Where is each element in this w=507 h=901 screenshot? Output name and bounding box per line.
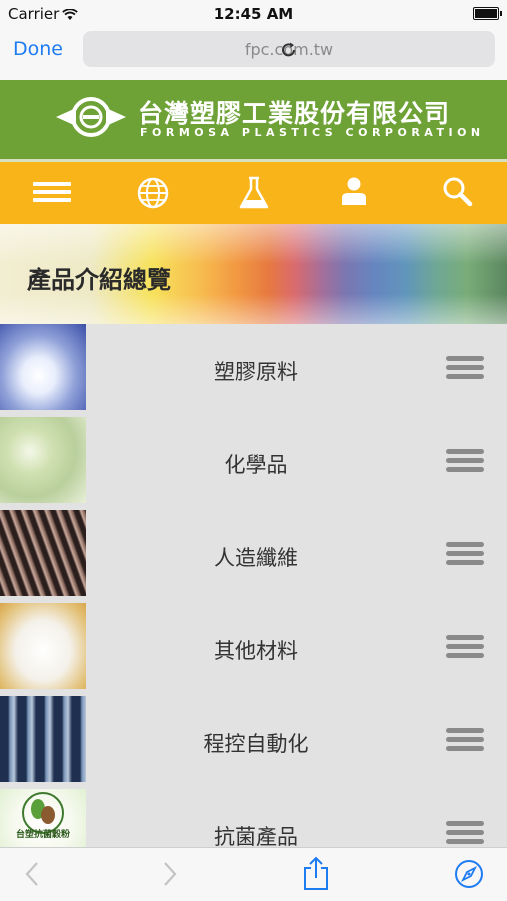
flask-icon[interactable] xyxy=(239,176,269,214)
list-handle-icon[interactable] xyxy=(446,728,484,755)
done-button[interactable]: Done xyxy=(13,38,63,60)
product-label: 其他材料 xyxy=(214,639,298,663)
product-label: 程控自動化 xyxy=(203,732,309,756)
reload-icon[interactable] xyxy=(83,40,495,64)
battery-icon xyxy=(473,7,502,20)
list-handle-icon[interactable] xyxy=(446,449,484,476)
list-handle-icon[interactable] xyxy=(446,821,484,847)
product-row-antibacterial[interactable]: 台塑抗菌穀粉 抗菌產品 xyxy=(0,789,507,847)
brand-name-en: FORMOSA PLASTICS CORPORATION xyxy=(140,126,485,139)
browser-nav-bar: Done fpc.com.tw xyxy=(0,28,507,81)
product-thumbnail xyxy=(0,603,86,689)
clock: 12:45 AM xyxy=(213,5,294,23)
status-bar: Carrier 12:45 AM xyxy=(0,0,507,28)
antibacterial-thumb-text: 台塑抗菌穀粉 xyxy=(15,830,70,840)
brand-name-zh: 台灣塑膠工業股份有限公司 xyxy=(138,99,451,128)
browser-toolbar xyxy=(0,847,507,901)
product-thumbnail: 台塑抗菌穀粉 xyxy=(0,789,86,847)
product-label: 抗菌產品 xyxy=(214,825,298,847)
share-icon[interactable] xyxy=(302,856,330,896)
product-row-other-materials[interactable]: 其他材料 xyxy=(0,603,507,696)
user-icon[interactable] xyxy=(340,176,368,212)
forward-icon[interactable] xyxy=(160,859,180,893)
globe-icon[interactable] xyxy=(136,176,170,214)
compass-icon[interactable] xyxy=(454,859,484,893)
banner-title: 產品介紹總覽 xyxy=(27,266,171,294)
product-row-chemicals[interactable]: 化學品 xyxy=(0,417,507,510)
product-thumbnail xyxy=(0,417,86,503)
search-icon[interactable] xyxy=(442,176,474,212)
products-banner: 產品介紹總覽 xyxy=(0,224,507,324)
product-label: 塑膠原料 xyxy=(214,360,298,384)
main-menu xyxy=(0,162,507,224)
address-bar[interactable]: fpc.com.tw xyxy=(83,31,495,67)
product-row-fibers[interactable]: 人造纖維 xyxy=(0,510,507,603)
product-thumbnail xyxy=(0,510,86,596)
product-label: 化學品 xyxy=(224,453,288,477)
list-handle-icon[interactable] xyxy=(446,635,484,662)
product-thumbnail xyxy=(0,696,86,782)
menu-icon[interactable] xyxy=(33,176,73,212)
product-row-automation[interactable]: 程控自動化 xyxy=(0,696,507,789)
product-thumbnail xyxy=(0,324,86,410)
product-list: 塑膠原料 化學品 人造纖維 其他材料 程控自動化 台塑抗菌穀粉 抗菌產品 xyxy=(0,324,507,847)
list-handle-icon[interactable] xyxy=(446,356,484,383)
product-row-plastics[interactable]: 塑膠原料 xyxy=(0,324,507,417)
formosa-logo-icon xyxy=(54,94,128,144)
product-label: 人造纖維 xyxy=(214,546,298,570)
back-icon[interactable] xyxy=(22,859,42,893)
brand-header: 台灣塑膠工業股份有限公司 FORMOSA PLASTICS CORPORATIO… xyxy=(0,80,507,162)
list-handle-icon[interactable] xyxy=(446,542,484,569)
